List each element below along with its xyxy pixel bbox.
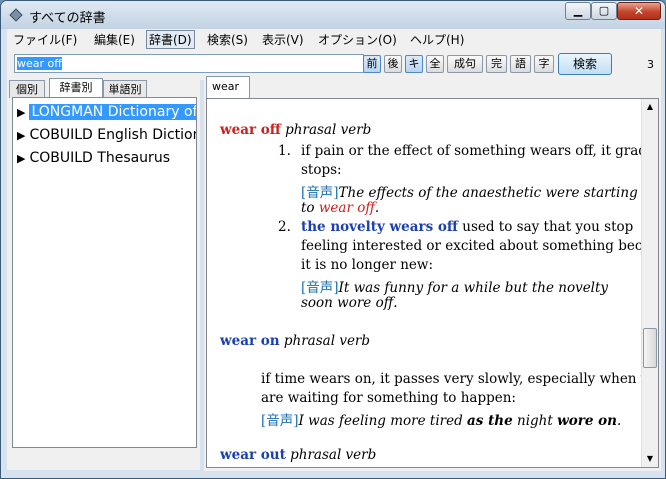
definition-text: feeling interested or excited about some… — [301, 238, 659, 254]
menu-dictionary[interactable]: 辞書(D) — [146, 30, 195, 49]
dictionary-tree: ▶ LONGMAN Dictionary of ▶ COBUILD English … — [12, 97, 197, 448]
example-text: I was feeling more tired — [298, 413, 468, 429]
definition-text: stops: — [301, 162, 342, 178]
tab-individual[interactable]: 個別 — [9, 80, 45, 98]
vertical-scrollbar[interactable]: ▲ ▼ — [641, 99, 658, 467]
maximize-icon: ▢ — [598, 4, 610, 17]
headword-wear-out[interactable]: wear out — [220, 447, 286, 463]
scroll-up-icon[interactable]: ▲ — [642, 99, 658, 115]
result-count: 3 — [647, 58, 654, 71]
example-text: to — [301, 200, 319, 216]
headword-wear-on[interactable]: wear on — [220, 333, 280, 349]
part-of-speech: phrasal verb — [290, 447, 377, 463]
char-button[interactable]: 字 — [534, 55, 554, 73]
audio-link[interactable]: [音声] — [261, 413, 299, 429]
audio-link[interactable]: [音声] — [301, 280, 339, 296]
keyword-button[interactable]: キ — [405, 55, 423, 73]
minimize-button[interactable]: ▁ — [565, 2, 591, 20]
sense-number: 1. — [278, 143, 291, 159]
minimize-icon: ▁ — [573, 4, 583, 17]
menu-edit[interactable]: 編集(E) — [94, 31, 135, 48]
audio-link[interactable]: [音声] — [301, 185, 339, 201]
expand-arrow-icon[interactable]: ▶ — [17, 129, 25, 142]
window-title: すべての辞書 — [29, 11, 106, 26]
scroll-thumb[interactable] — [643, 328, 657, 368]
example-emphasis: wore on — [557, 413, 617, 429]
headword-wear-off: wear off — [220, 122, 281, 138]
phrase-link[interactable]: the novelty wears off — [301, 219, 458, 235]
word-button[interactable]: 語 — [510, 55, 531, 73]
tab-result-wear[interactable]: wear — [206, 76, 250, 98]
expand-arrow-icon[interactable]: ▶ — [17, 152, 25, 165]
tree-item-cobuild-english[interactable]: ▶COBUILD English Dictionary — [17, 125, 196, 145]
part-of-speech: phrasal verb — [283, 333, 371, 349]
close-button[interactable]: ✕ — [617, 2, 661, 20]
definition-text: it is no longer new: — [301, 257, 433, 273]
menu-file[interactable]: ファイル(F) — [13, 31, 77, 48]
definition-text: used to say that you stop — [457, 219, 634, 235]
tree-item-cobuild-thesaurus[interactable]: ▶ COBUILD Thesaurus — [17, 148, 170, 168]
definition-text: if pain or the effect of something wears… — [301, 143, 659, 159]
maximize-button[interactable]: ▢ — [591, 2, 617, 20]
result-panel: wear wear off phrasal verb 1. if pain or… — [204, 75, 661, 471]
dictionary-panel: 個別 辞書別 単語別 ▶ LONGMAN Dictionary of ▶ COBUI… — [7, 78, 200, 470]
title-bar[interactable]: すべての辞書 ▁ ▢ ✕ — [1, 1, 665, 29]
menu-view[interactable]: 表示(V) — [262, 31, 304, 48]
example-text: night — [512, 413, 558, 429]
example-highlight: wear off — [318, 200, 375, 216]
search-button[interactable]: 検索 — [558, 53, 612, 75]
definition-text: are waiting for something to happen: — [261, 390, 516, 406]
scroll-down-icon[interactable]: ▼ — [642, 451, 658, 467]
example-text: soon wore off. — [301, 295, 398, 311]
exact-button[interactable]: 完 — [486, 55, 507, 73]
app-window: すべての辞書 ▁ ▢ ✕ ファイル(F) 編集(E) 辞書(D) 検索(S) 表… — [0, 0, 666, 479]
part-of-speech: phrasal verb — [285, 122, 372, 138]
example-text: . — [374, 200, 380, 216]
app-icon — [9, 8, 23, 22]
tree-item-longman[interactable]: ▶ LONGMAN Dictionary of — [17, 102, 196, 122]
example-text: It was funny for a while but the novelty — [338, 280, 609, 296]
menu-bar: ファイル(F) 編集(E) 辞書(D) 検索(S) 表示(V) オプション(O)… — [7, 29, 661, 50]
tab-by-word[interactable]: 単語別 — [103, 80, 147, 98]
phrase-button[interactable]: 成句 — [447, 55, 483, 73]
example-text: The effects of the anaesthetic were star… — [338, 185, 638, 201]
definition-text: if time wears on, it passes very slowly,… — [261, 371, 659, 387]
sense-number: 2. — [278, 219, 291, 235]
close-icon: ✕ — [633, 4, 645, 18]
menu-options[interactable]: オプション(O) — [318, 31, 397, 48]
menu-search[interactable]: 検索(S) — [207, 31, 248, 48]
menu-help[interactable]: ヘルプ(H) — [410, 31, 464, 48]
entry-content: wear off phrasal verb 1. if pain or the … — [206, 98, 659, 468]
example-text: . — [616, 413, 622, 429]
prev-button[interactable]: 前 — [363, 55, 381, 73]
fulltext-button[interactable]: 全 — [426, 55, 444, 73]
expand-arrow-icon[interactable]: ▶ — [17, 106, 25, 119]
example-emphasis: as the — [467, 413, 513, 429]
search-input[interactable]: wear off — [14, 54, 364, 73]
tab-by-dictionary[interactable]: 辞書別 — [49, 78, 103, 98]
next-button[interactable]: 後 — [384, 55, 402, 73]
